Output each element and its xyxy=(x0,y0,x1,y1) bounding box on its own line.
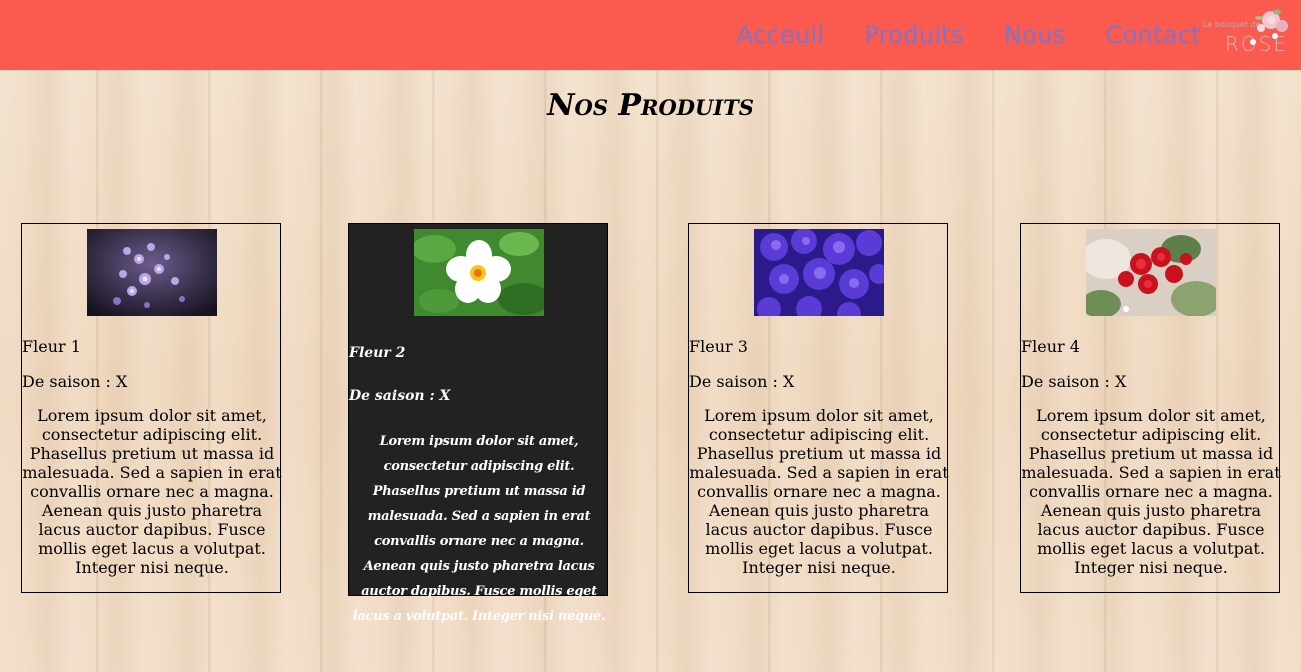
product-name-1: Fleur 1 xyxy=(22,337,81,356)
product-season-2: De saison : X xyxy=(349,388,451,404)
page-title: Nos Produits xyxy=(547,88,754,123)
product-season-1: De saison : X xyxy=(22,372,128,391)
product-description-3: Lorem ipsum dolor sit amet, consectetur … xyxy=(689,406,949,577)
product-image-4 xyxy=(1086,229,1216,316)
product-card-4[interactable]: Fleur 4 De saison : X Lorem ipsum dolor … xyxy=(1020,223,1281,593)
product-name-3: Fleur 3 xyxy=(689,337,748,356)
product-card-1[interactable]: Fleur 1 De saison : X Lorem ipsum dolor … xyxy=(21,223,282,593)
nav-links: Acceuil Produits Nous Contact xyxy=(697,0,1201,70)
product-name-2: Fleur 2 xyxy=(349,345,406,361)
product-name-4: Fleur 4 xyxy=(1021,337,1080,356)
product-season-3: De saison : X xyxy=(689,372,795,391)
product-card-3[interactable]: Fleur 3 De saison : X Lorem ipsum dolor … xyxy=(688,223,949,593)
nav-link-acceuil[interactable]: Acceuil xyxy=(737,21,825,49)
product-season-4: De saison : X xyxy=(1021,372,1127,391)
product-description-1: Lorem ipsum dolor sit amet, consectetur … xyxy=(22,406,282,577)
product-image-1 xyxy=(87,229,217,316)
nav-link-contact[interactable]: Contact xyxy=(1106,21,1201,49)
navbar: Acceuil Produits Nous Contact Le bouquet… xyxy=(0,0,1301,70)
logo[interactable]: Le bouquet de ROSE xyxy=(1203,6,1295,64)
product-image-3 xyxy=(754,229,884,316)
product-description-4: Lorem ipsum dolor sit amet, consectetur … xyxy=(1021,406,1281,577)
product-image-2 xyxy=(414,229,544,316)
product-card-2[interactable]: Fleur 2 De saison : X Lorem ipsum dolor … xyxy=(348,223,608,624)
product-description-2: Lorem ipsum dolor sit amet, consectetur … xyxy=(352,434,606,624)
nav-link-nous[interactable]: Nous xyxy=(1004,21,1066,49)
logo-flower-icon xyxy=(1250,9,1288,45)
nav-link-produits[interactable]: Produits xyxy=(864,21,964,49)
